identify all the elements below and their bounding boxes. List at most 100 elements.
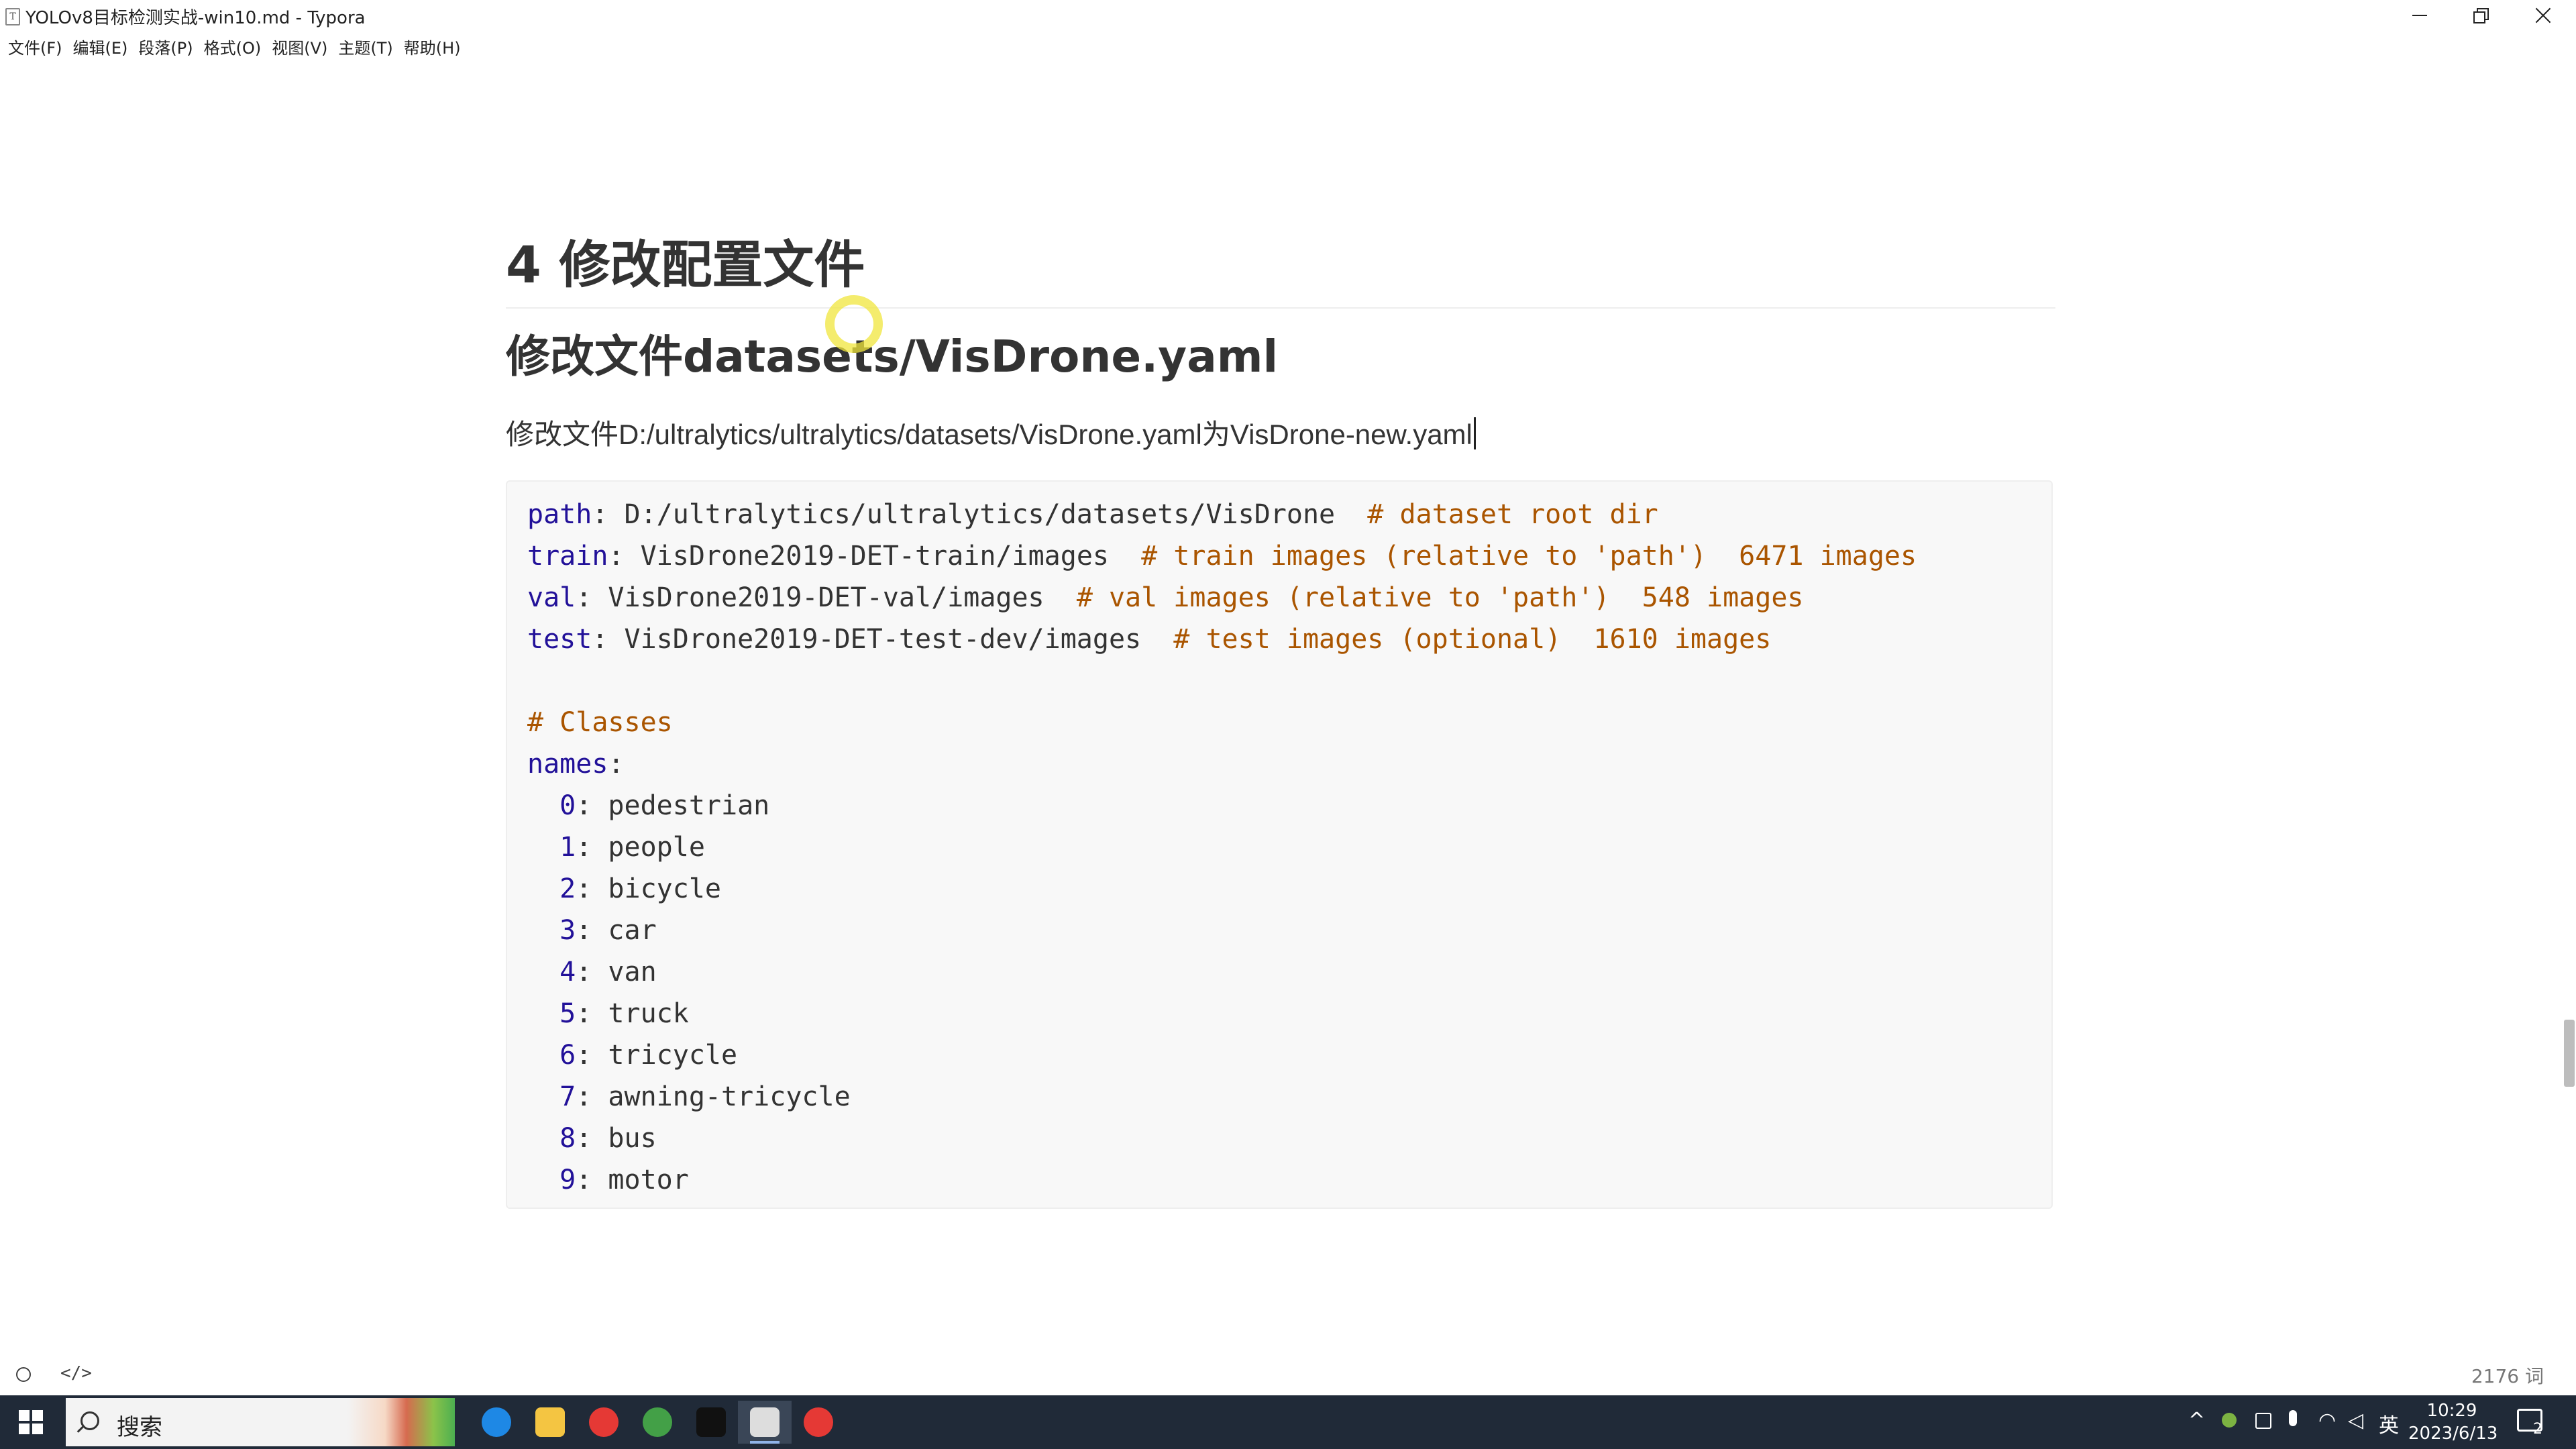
menu-theme[interactable]: 主题(T) [335,32,400,59]
code-colon: : [576,582,592,613]
code-key: 7 [527,1081,576,1112]
code-colon: : [576,832,592,863]
code-value: motor [592,1165,689,1195]
window-title: YOLOv8目标检测实战-win10.md - Typora [25,8,366,28]
search-label: 搜索 [117,1414,162,1441]
code-value: car [592,915,657,946]
code-value: awning-tricycle [592,1081,851,1112]
file-explorer-icon [535,1407,565,1437]
code-colon: : [576,1123,592,1154]
heading-1[interactable]: 4 修改配置文件 [506,228,2055,309]
code-colon: : [592,624,608,655]
mouse-cursor-highlight [825,295,883,353]
code-value: van [592,957,657,987]
menu-bar: 文件(F) 编辑(E) 段落(P) 格式(O) 视图(V) 主题(T) 帮助(H… [0,32,469,59]
clock-date: 2023/6/13 [2408,1424,2498,1444]
editor-content[interactable]: 4 修改配置文件 修改文件datasets/VisDrone.yaml 修改文件… [506,228,2055,1209]
taskbar-app-screen-recorder[interactable] [792,1401,845,1444]
taskbar-app-typora[interactable] [738,1401,792,1444]
typora-app-icon: T [5,8,20,25]
menu-view[interactable]: 视图(V) [269,32,335,59]
code-key: 0 [527,790,576,821]
code-line: 1: people [527,826,2031,868]
taskbar-search[interactable]: 搜索 [66,1398,455,1446]
screen-recorder-icon [804,1407,833,1437]
code-value: bus [592,1123,657,1154]
code-colon: : [576,1081,592,1112]
clock[interactable]: 10:29 2023/6/13 [2408,1399,2498,1445]
browser-green-icon [643,1407,672,1437]
code-line: val: VisDrone2019-DET-val/images # val i… [527,577,2031,619]
code-line: 3: car [527,910,2031,951]
clock-time: 10:29 [2426,1401,2477,1421]
code-key: 6 [527,1040,576,1071]
code-colon: : [608,541,625,572]
menu-file[interactable]: 文件(F) [5,32,70,59]
edge-icon [482,1407,511,1437]
code-line: 9: motor [527,1159,2031,1201]
source-code-toggle-icon[interactable]: </> [60,1363,92,1383]
code-value: D:/ultralytics/ultralytics/datasets/VisD… [608,499,1368,530]
taskbar-app-edge[interactable] [470,1401,523,1444]
outline-toggle-icon[interactable] [16,1367,31,1382]
scrollbar-thumb[interactable] [2564,1020,2575,1087]
volume-icon[interactable]: ◁ [2348,1409,2363,1432]
code-colon: : [576,957,592,987]
meet-now-icon[interactable] [2255,1413,2271,1429]
code-line: names: [527,743,2031,785]
title-bar: T YOLOv8目标检测实战-win10.md - Typora [0,0,2576,32]
code-comment: # Classes [527,707,673,738]
code-value: tricycle [592,1040,738,1071]
code-key: 3 [527,915,576,946]
taskbar-app-chrome[interactable] [577,1401,631,1444]
taskbar-app-file-explorer[interactable] [523,1401,577,1444]
code-key: path [527,499,592,530]
code-value: people [592,832,705,863]
minimize-button[interactable] [2388,0,2450,32]
terminal-icon [696,1407,726,1437]
code-line: 8: bus [527,1118,2031,1159]
code-value: pedestrian [592,790,770,821]
code-value: VisDrone2019-DET-val/images [592,582,1077,613]
code-colon: : [608,749,625,780]
wifi-icon[interactable]: ◠ [2318,1409,2336,1432]
code-colon: : [576,998,592,1029]
code-line: path: D:/ultralytics/ultralytics/dataset… [527,494,2031,535]
paragraph-text: 修改文件D:/ultralytics/ultralytics/datasets/… [506,419,1472,450]
code-key: 1 [527,832,576,863]
code-line: test: VisDrone2019-DET-test-dev/images #… [527,619,2031,660]
menu-help[interactable]: 帮助(H) [401,32,469,59]
word-count[interactable]: 2176 词 [2471,1362,2544,1389]
menu-format[interactable]: 格式(O) [201,32,270,59]
code-block[interactable]: path: D:/ultralytics/ultralytics/dataset… [506,480,2053,1209]
menu-paragraph[interactable]: 段落(P) [136,32,201,59]
microphone-icon[interactable] [2289,1410,2297,1426]
code-key: names [527,749,608,780]
tray-app-icon[interactable] [2222,1413,2237,1428]
code-key: 9 [527,1165,576,1195]
windows-start-icon[interactable] [19,1410,43,1434]
paragraph[interactable]: 修改文件D:/ultralytics/ultralytics/datasets/… [506,415,2055,455]
code-line: 2: bicycle [527,868,2031,910]
notification-count: 2 [2533,1421,2542,1438]
code-comment: # train images (relative to 'path') 6471… [1141,541,1917,572]
taskbar-app-browser-green[interactable] [631,1401,684,1444]
heading-2[interactable]: 修改文件datasets/VisDrone.yaml [506,323,2055,390]
restore-button[interactable] [2450,0,2512,32]
code-colon: : [576,873,592,904]
taskbar-app-terminal[interactable] [684,1401,738,1444]
code-comment: # test images (optional) 1610 images [1173,624,1772,655]
code-line: 5: truck [527,993,2031,1034]
code-key: 8 [527,1123,576,1154]
typora-icon [750,1407,780,1437]
ime-indicator[interactable]: 英 [2379,1409,2399,1438]
code-line: 0: pedestrian [527,785,2031,826]
close-button[interactable] [2512,0,2573,32]
code-line: train: VisDrone2019-DET-train/images # t… [527,535,2031,577]
code-line: # Classes [527,702,2031,743]
chevron-up-icon[interactable]: ^ [2188,1409,2205,1432]
search-highlight-image [347,1398,455,1446]
menu-edit[interactable]: 编辑(E) [70,32,136,59]
code-colon: : [576,1040,592,1071]
